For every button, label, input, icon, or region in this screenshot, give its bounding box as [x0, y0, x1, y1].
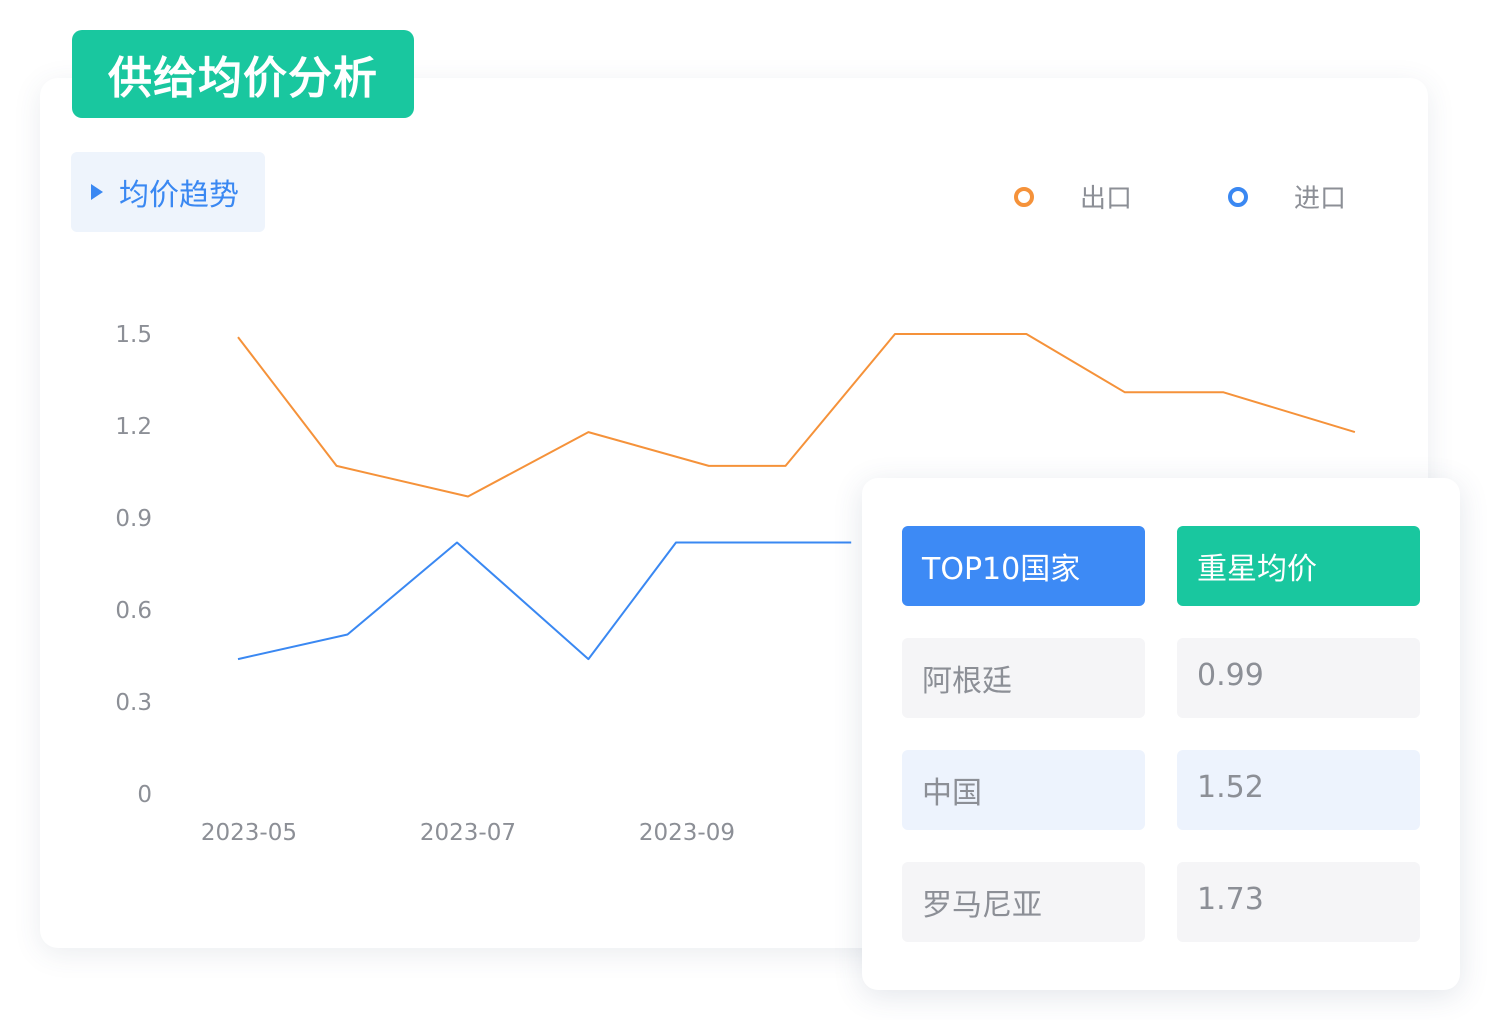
series-line-import — [237, 541, 852, 661]
table-cell-country: 罗马尼亚 — [902, 862, 1145, 942]
table-cell-price: 1.52 — [1177, 750, 1420, 830]
table-cell-price: 1.73 — [1177, 862, 1420, 942]
table-header-country: TOP10国家 — [902, 526, 1145, 606]
y-tick-label: 0.6 — [115, 598, 152, 624]
y-tick-label: 0 — [137, 782, 152, 808]
y-tick-label: 1.2 — [115, 414, 152, 440]
series-line-export — [237, 333, 1356, 498]
table-cell-price: 0.99 — [1177, 638, 1420, 718]
x-axis: 2023-05 2023-07 2023-09 — [201, 820, 735, 846]
stage: 供给均价分析 均价趋势 出口 进口 1.5 1.2 0.9 0.6 0.3 0 2023-… — [0, 0, 1500, 1020]
table-header-price: 重星均价 — [1177, 526, 1420, 606]
y-tick-label: 0.3 — [115, 690, 152, 716]
y-axis: 1.5 1.2 0.9 0.6 0.3 0 — [115, 322, 152, 808]
x-tick-label: 2023-07 — [420, 820, 516, 846]
top10-table-card: TOP10国家 重星均价 阿根廷 0.99 中国 1.52 罗马尼亚 1.73 — [862, 478, 1460, 990]
table-cell-country: 阿根廷 — [902, 638, 1145, 718]
table-cell-country: 中国 — [902, 750, 1145, 830]
x-tick-label: 2023-09 — [639, 820, 735, 846]
x-tick-label: 2023-05 — [201, 820, 297, 846]
y-tick-label: 1.5 — [115, 322, 152, 348]
y-tick-label: 0.9 — [115, 506, 152, 532]
